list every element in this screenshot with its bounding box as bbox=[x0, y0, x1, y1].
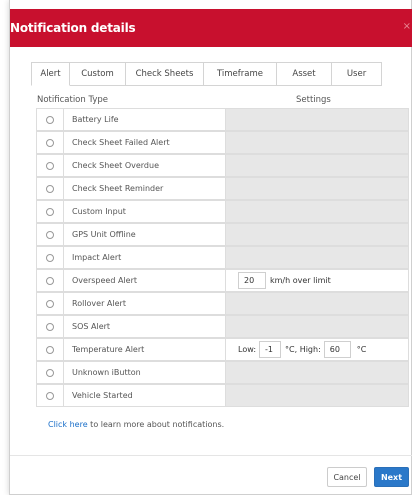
settings-cell bbox=[226, 385, 408, 406]
radio-battery-life[interactable] bbox=[46, 115, 54, 124]
settings-cell bbox=[226, 293, 408, 314]
radio-sos-alert[interactable] bbox=[46, 322, 54, 331]
row-label: Check Sheet Reminder bbox=[64, 178, 226, 199]
help-link[interactable]: Click here bbox=[48, 420, 88, 429]
next-button[interactable]: Next bbox=[374, 467, 409, 487]
table-row: Check Sheet Failed Alert bbox=[36, 131, 409, 154]
table-row: SOS Alert bbox=[36, 315, 409, 338]
overspeed-settings: 20 km/h over limit bbox=[226, 270, 408, 291]
overspeed-input[interactable]: 20 bbox=[238, 272, 266, 289]
settings-cell bbox=[226, 316, 408, 337]
table-row: Check Sheet Reminder bbox=[36, 177, 409, 200]
tab-user[interactable]: User bbox=[332, 62, 382, 86]
radio-custom-input[interactable] bbox=[46, 207, 54, 216]
settings-cell bbox=[226, 132, 408, 153]
temp-low-input[interactable]: -1 bbox=[259, 341, 282, 358]
tab-timeframe[interactable]: Timeframe bbox=[204, 62, 277, 86]
settings-header: Settings bbox=[296, 95, 331, 105]
notification-dialog: Notification details × Alert Custom Chec… bbox=[9, 0, 412, 495]
overspeed-unit: km/h over limit bbox=[270, 276, 331, 285]
radio-vehicle-started[interactable] bbox=[46, 391, 54, 400]
settings-cell bbox=[226, 201, 408, 222]
settings-cell bbox=[226, 247, 408, 268]
tab-asset[interactable]: Asset bbox=[277, 62, 332, 86]
table-row: Overspeed Alert 20 km/h over limit bbox=[36, 269, 409, 292]
temp-high-label: °C, High: bbox=[285, 345, 321, 354]
row-label: Rollover Alert bbox=[64, 293, 226, 314]
footer-divider bbox=[10, 455, 412, 456]
temp-high-input[interactable]: 60 bbox=[323, 341, 351, 358]
temperature-settings: Low: -1 °C, High: 60 °C bbox=[226, 339, 408, 360]
radio-overspeed-alert[interactable] bbox=[46, 276, 54, 285]
help-text-body: to learn more about notifications. bbox=[87, 420, 225, 429]
table-row: GPS Unit Offline bbox=[36, 223, 409, 246]
radio-temperature-alert[interactable] bbox=[46, 345, 54, 354]
settings-cell bbox=[226, 155, 408, 176]
dialog-title: Notification details bbox=[10, 21, 136, 35]
row-label: Vehicle Started bbox=[64, 385, 226, 406]
temp-unit: °C bbox=[356, 345, 367, 354]
radio-check-sheet-reminder[interactable] bbox=[46, 184, 54, 193]
tab-alert[interactable]: Alert bbox=[31, 62, 70, 86]
radio-rollover-alert[interactable] bbox=[46, 299, 54, 308]
notification-type-header: Notification Type bbox=[37, 95, 108, 105]
table-row: Check Sheet Overdue bbox=[36, 154, 409, 177]
tab-check-sheets[interactable]: Check Sheets bbox=[126, 62, 204, 86]
row-label: Overspeed Alert bbox=[64, 270, 226, 291]
radio-impact-alert[interactable] bbox=[46, 253, 54, 262]
table-row: Battery Life bbox=[36, 108, 409, 131]
settings-cell bbox=[226, 178, 408, 199]
row-label: GPS Unit Offline bbox=[64, 224, 226, 245]
row-label: Check Sheet Overdue bbox=[64, 155, 226, 176]
help-text: Click here to learn more about notificat… bbox=[48, 420, 224, 429]
temp-low-label: Low: bbox=[238, 345, 257, 354]
settings-cell bbox=[226, 362, 408, 383]
row-label: Custom Input bbox=[64, 201, 226, 222]
radio-check-sheet-failed[interactable] bbox=[46, 138, 54, 147]
settings-cell bbox=[226, 224, 408, 245]
radio-gps-unit-offline[interactable] bbox=[46, 230, 54, 239]
row-label: Unknown iButton bbox=[64, 362, 226, 383]
close-icon[interactable]: × bbox=[403, 21, 411, 32]
radio-check-sheet-overdue[interactable] bbox=[46, 161, 54, 170]
row-label: Impact Alert bbox=[64, 247, 226, 268]
cancel-button[interactable]: Cancel bbox=[327, 467, 367, 487]
table-row: Custom Input bbox=[36, 200, 409, 223]
tab-bar: Alert Custom Check Sheets Timeframe Asse… bbox=[31, 62, 393, 86]
table-row: Impact Alert bbox=[36, 246, 409, 269]
tab-custom[interactable]: Custom bbox=[70, 62, 126, 86]
row-label: Temperature Alert bbox=[64, 339, 226, 360]
row-label: SOS Alert bbox=[64, 316, 226, 337]
row-label: Battery Life bbox=[64, 109, 226, 130]
row-label: Check Sheet Failed Alert bbox=[64, 132, 226, 153]
table-row: Vehicle Started bbox=[36, 384, 409, 407]
table-row: Unknown iButton bbox=[36, 361, 409, 384]
table-row: Rollover Alert bbox=[36, 292, 409, 315]
settings-cell bbox=[226, 109, 408, 130]
dialog-header: Notification details × bbox=[10, 9, 412, 47]
radio-unknown-ibutton[interactable] bbox=[46, 368, 54, 377]
table-row: Temperature Alert Low: -1 °C, High: 60 °… bbox=[36, 338, 409, 361]
